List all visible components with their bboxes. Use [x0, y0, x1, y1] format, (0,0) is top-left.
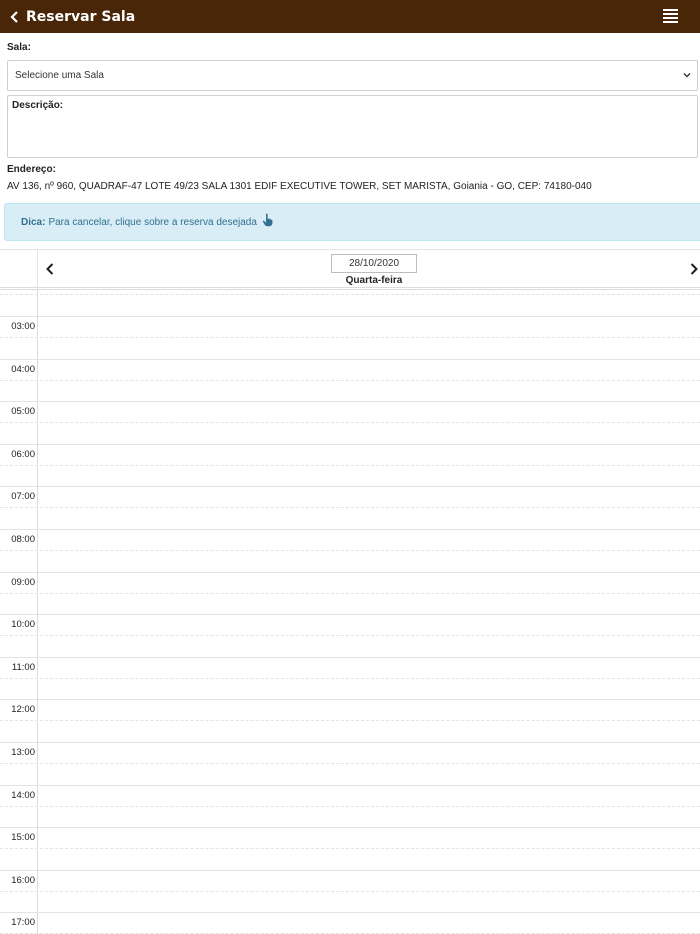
time-slot[interactable]: 15:00: [0, 827, 700, 870]
time-slot[interactable]: 05:00: [0, 401, 700, 444]
hour-label: 08:00: [11, 534, 35, 545]
time-slot[interactable]: 04:00: [0, 358, 700, 402]
chevron-down-icon: [683, 73, 691, 78]
description-label: Descrição:: [12, 100, 64, 111]
hour-label: 09:00: [11, 576, 35, 588]
hour-label: 15:00: [11, 832, 35, 844]
time-slot[interactable]: 07:00: [0, 486, 700, 529]
hour-label: 03:00: [11, 321, 35, 332]
hour-label: 11:00: [11, 661, 35, 673]
time-slot[interactable]: 14:00: [0, 784, 700, 828]
room-select[interactable]: Selecione uma Sala: [7, 60, 698, 91]
tip-text: Para cancelar, clique sobre a reserva de…: [48, 216, 257, 228]
time-slot[interactable]: [0, 290, 700, 316]
hour-label: 06:00: [11, 448, 35, 460]
pointing-hand-icon: [262, 213, 273, 227]
hour-label: 10:00: [11, 619, 35, 631]
menu-icon: [663, 9, 678, 11]
hour-label: 04:00: [11, 363, 35, 375]
tip-prefix: Dica:: [21, 216, 46, 228]
time-slot[interactable]: 11:00: [0, 656, 700, 700]
chevron-left-icon: [9, 10, 18, 23]
time-slot[interactable]: 16:00: [0, 869, 700, 913]
time-slot[interactable]: 10:00: [0, 614, 700, 657]
calendar-header: 28/10/2020 Quarta-feira: [0, 249, 700, 291]
room-label: Sala:: [7, 42, 31, 53]
time-slot[interactable]: 08:00: [0, 529, 700, 572]
time-slot[interactable]: 03:00: [0, 316, 700, 359]
hour-label: 14:00: [11, 789, 35, 801]
description-field[interactable]: Descrição:: [7, 95, 698, 158]
page-title: Reservar Sala: [26, 8, 136, 25]
time-slot[interactable]: 06:00: [0, 443, 700, 487]
hour-label: 07:00: [11, 491, 35, 503]
date-input[interactable]: 28/10/2020: [331, 254, 417, 273]
hour-label: 16:00: [11, 874, 35, 886]
previous-day-button[interactable]: [44, 262, 56, 276]
hour-label: 17:00: [11, 917, 35, 929]
day-schedule[interactable]: 03:00 04:00 05:00 06:00 07:00 08:00 09:00 10:00…: [0, 290, 700, 934]
hour-label: 13:00: [11, 747, 35, 758]
menu-button[interactable]: [663, 9, 678, 24]
address-label: Endereço:: [7, 164, 56, 175]
hour-label: 12:00: [11, 704, 35, 716]
time-slot[interactable]: 09:00: [0, 571, 700, 615]
tip-alert: Dica: Para cancelar, clique sobre a rese…: [4, 203, 700, 241]
weekday-label: Quarta-feira: [345, 275, 403, 286]
hour-label: 05:00: [11, 406, 35, 418]
room-select-value: Selecione uma Sala: [15, 70, 104, 81]
time-slot[interactable]: 17:00: [0, 912, 700, 934]
app-header: Reservar Sala: [0, 0, 700, 33]
time-slot[interactable]: 12:00: [0, 699, 700, 742]
next-day-button[interactable]: [688, 262, 700, 276]
back-button[interactable]: [2, 0, 26, 33]
time-slot[interactable]: 13:00: [0, 742, 700, 785]
address-value: AV 136, nº 960, QUADRAF-47 LOTE 49/23 SA…: [7, 181, 592, 192]
